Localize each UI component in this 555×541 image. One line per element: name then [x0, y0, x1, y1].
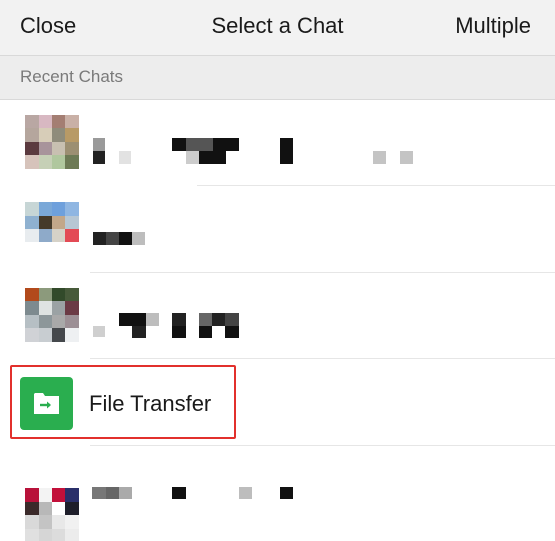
chat-name-redacted: [0, 447, 555, 533]
chat-name-redacted: [0, 100, 555, 186]
recent-chats-header: Recent Chats: [0, 56, 555, 100]
chat-row-5[interactable]: [0, 447, 555, 541]
chat-row-3[interactable]: [0, 273, 555, 359]
highlight-box: [10, 365, 236, 439]
multiple-button[interactable]: Multiple: [455, 13, 531, 39]
section-label: Recent Chats: [20, 67, 123, 86]
chat-name-redacted: [0, 187, 555, 273]
row-divider: [90, 445, 555, 446]
row-divider: [197, 185, 555, 186]
row-divider: [90, 358, 555, 359]
chat-row-1[interactable]: [0, 100, 555, 186]
chat-name-redacted: [0, 273, 555, 359]
navigation-bar: Close Select a Chat Multiple: [0, 0, 555, 56]
chat-row-2[interactable]: [0, 187, 555, 273]
